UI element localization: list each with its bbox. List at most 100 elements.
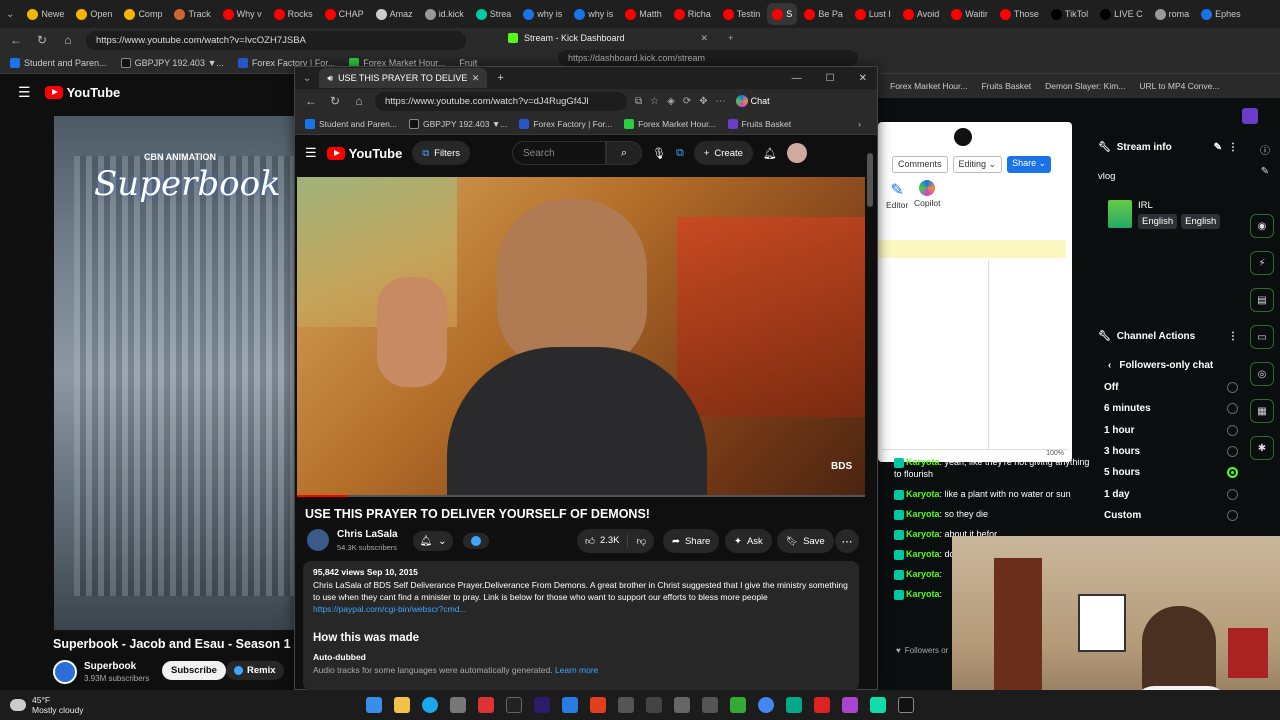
app-icon[interactable] <box>561 697 578 713</box>
layout-icon[interactable]: ▦ <box>1250 399 1274 423</box>
chat-button[interactable]: Chat <box>735 95 770 107</box>
copilot-button[interactable]: Copilot <box>914 180 940 208</box>
outer-tab[interactable]: Rocks <box>269 3 318 25</box>
app-icon[interactable] <box>673 697 690 713</box>
kick-bookmark[interactable]: URL to MP4 Conve... <box>1139 81 1219 91</box>
followers-only-option[interactable]: Off <box>1104 377 1238 398</box>
kick-bookmark[interactable]: Fruits Basket <box>981 81 1031 91</box>
outer-tab[interactable]: Those <box>995 3 1044 25</box>
app-icon[interactable] <box>813 697 830 713</box>
outer-tab[interactable]: TikTol <box>1046 3 1093 25</box>
description-box[interactable]: 95,842 views Sep 10, 2015 Chris LaSala o… <box>303 561 859 691</box>
extension-badge-icon[interactable]: ⧉ <box>676 147 684 160</box>
outer-tab[interactable]: roma <box>1150 3 1195 25</box>
create-button[interactable]: + Create <box>693 141 753 165</box>
editor-button[interactable]: ✎ Editor <box>886 180 908 210</box>
inner-active-tab[interactable]: 🔊︎ USE THIS PRAYER TO DELIVER ✕ <box>319 68 488 88</box>
search-button[interactable]: ⌕ <box>606 141 643 165</box>
radio-button[interactable] <box>1227 424 1238 436</box>
superbook-avatar[interactable] <box>53 660 77 684</box>
channel-name[interactable]: Chris LaSala <box>337 529 398 540</box>
editing-dropdown[interactable]: Editing ⌄ <box>952 156 1003 173</box>
chat-icon[interactable]: ▭ <box>1250 325 1274 349</box>
app-icon[interactable] <box>589 697 606 713</box>
search-input[interactable]: Search <box>512 141 607 165</box>
outer-tab[interactable]: Be Pa <box>799 3 848 25</box>
chat-username[interactable]: Karyota <box>906 489 940 499</box>
word-share-button[interactable]: Share ⌄ <box>1007 156 1052 173</box>
user-avatar[interactable] <box>786 143 807 163</box>
outer-tab[interactable]: CHAP <box>320 3 369 25</box>
app-icon[interactable] <box>617 697 634 713</box>
extensions-puzzle-icon[interactable]: ✥ <box>699 96 707 107</box>
youtube-logo[interactable]: YouTube <box>44 85 120 100</box>
chat-username[interactable]: Karyota <box>906 529 940 539</box>
video-progress-track[interactable] <box>297 495 865 497</box>
premiere-icon[interactable] <box>533 697 550 713</box>
outer-tab[interactable]: Ephes <box>1196 3 1246 25</box>
screenshot-icon[interactable]: ⧉ <box>635 96 642 107</box>
menu-icon[interactable]: ☰ <box>18 84 31 101</box>
followers-only-option[interactable]: 5 hours <box>1104 462 1238 483</box>
followers-only-option[interactable]: 6 minutes <box>1104 398 1238 419</box>
radio-button[interactable] <box>1227 446 1238 458</box>
outer-tab[interactable]: Strea <box>471 3 517 25</box>
outer-tab[interactable]: Richa <box>669 3 716 25</box>
chat-username[interactable]: Karyota <box>906 589 940 599</box>
star-icon[interactable]: ☆ <box>650 96 659 107</box>
kick-url-field[interactable]: https://dashboard.kick.com/stream <box>558 50 858 66</box>
bookmarks-more-icon[interactable]: › <box>858 119 861 129</box>
chat-username[interactable]: Karyota <box>906 549 940 559</box>
description-link[interactable]: https://paypal.com/cgi-bin/webscr?cmd... <box>313 604 849 614</box>
edit-icon[interactable]: ✎ <box>1214 142 1222 153</box>
followers-only-option[interactable]: Custom <box>1104 505 1238 526</box>
camera-icon[interactable]: ◉ <box>1250 214 1274 238</box>
inner-home-icon[interactable]: ⌂ <box>351 94 367 108</box>
outer-tab[interactable]: id.kick <box>420 3 469 25</box>
bookmark-student[interactable]: Student and Paren... <box>10 57 107 68</box>
edge-icon[interactable] <box>421 697 438 713</box>
followers-only-option[interactable]: 1 hour <box>1104 420 1238 441</box>
notifications-icon[interactable]: 🔔︎ <box>763 147 777 160</box>
subscribe-button[interactable]: Subscribe <box>162 661 226 680</box>
microphone-icon[interactable]: 🎙︎ <box>652 147 666 160</box>
left-channel-name[interactable]: Superbook <box>84 661 136 672</box>
outer-tab[interactable]: Lust I <box>850 3 896 25</box>
bookmark-gbpjpy[interactable]: GBPJPY 192.403 ▼... <box>120 57 224 68</box>
radio-button[interactable] <box>1227 403 1238 415</box>
chat-username[interactable]: Karyota <box>906 569 940 579</box>
dislike-button[interactable]: 👎︎ <box>628 535 654 547</box>
extension-icon[interactable]: ◈ <box>667 96 675 107</box>
outer-tab[interactable]: Waitir <box>946 3 993 25</box>
inner-reload-icon[interactable]: ↻ <box>327 94 343 108</box>
inner-bookmark[interactable]: Fruits Basket <box>727 118 791 129</box>
kick-bookmark[interactable]: Demon Slayer: Kim... <box>1045 81 1125 91</box>
tab-list-icon[interactable]: ⌄ <box>303 73 311 84</box>
outer-tab[interactable]: Newe <box>22 3 69 25</box>
minimize-icon[interactable]: — <box>792 73 802 84</box>
outer-tab[interactable]: Testin <box>718 3 766 25</box>
back-icon[interactable]: ← <box>8 33 24 47</box>
info-icon[interactable]: ⓘ <box>1250 142 1280 166</box>
outer-tab[interactable]: LIVE C <box>1095 3 1148 25</box>
ask-button[interactable]: ✦ Ask <box>725 529 772 553</box>
inner-bookmark[interactable]: GBPJPY 192.403 ▼... <box>408 118 507 129</box>
more-icon[interactable]: ⋮ <box>1228 331 1238 342</box>
followers-only-back[interactable]: ‹ Followers-only chat <box>1108 360 1238 371</box>
windows-start-icon[interactable] <box>365 697 382 713</box>
app-icon[interactable] <box>701 697 718 713</box>
learn-more-link[interactable]: Learn more <box>555 665 598 675</box>
app-icon[interactable] <box>729 697 746 713</box>
save-button[interactable]: 🔖︎ Save <box>777 529 834 553</box>
radio-button[interactable] <box>1227 509 1238 521</box>
document-icon[interactable]: ▤ <box>1250 288 1274 312</box>
remix-button[interactable]: Remix <box>226 661 284 680</box>
app-icon[interactable] <box>645 697 662 713</box>
outer-tab[interactable]: Open <box>71 3 117 25</box>
kick-avatar[interactable] <box>1242 108 1258 124</box>
weather-widget[interactable]: 45°F Mostly cloudy <box>10 695 84 715</box>
home-icon[interactable]: ⌂ <box>60 33 76 47</box>
inner-scrollbar[interactable] <box>867 153 873 207</box>
outer-url-field[interactable]: https://www.youtube.com/watch?v=IvcOZH7J… <box>86 30 466 50</box>
followers-only-option[interactable]: 3 hours <box>1104 441 1238 462</box>
